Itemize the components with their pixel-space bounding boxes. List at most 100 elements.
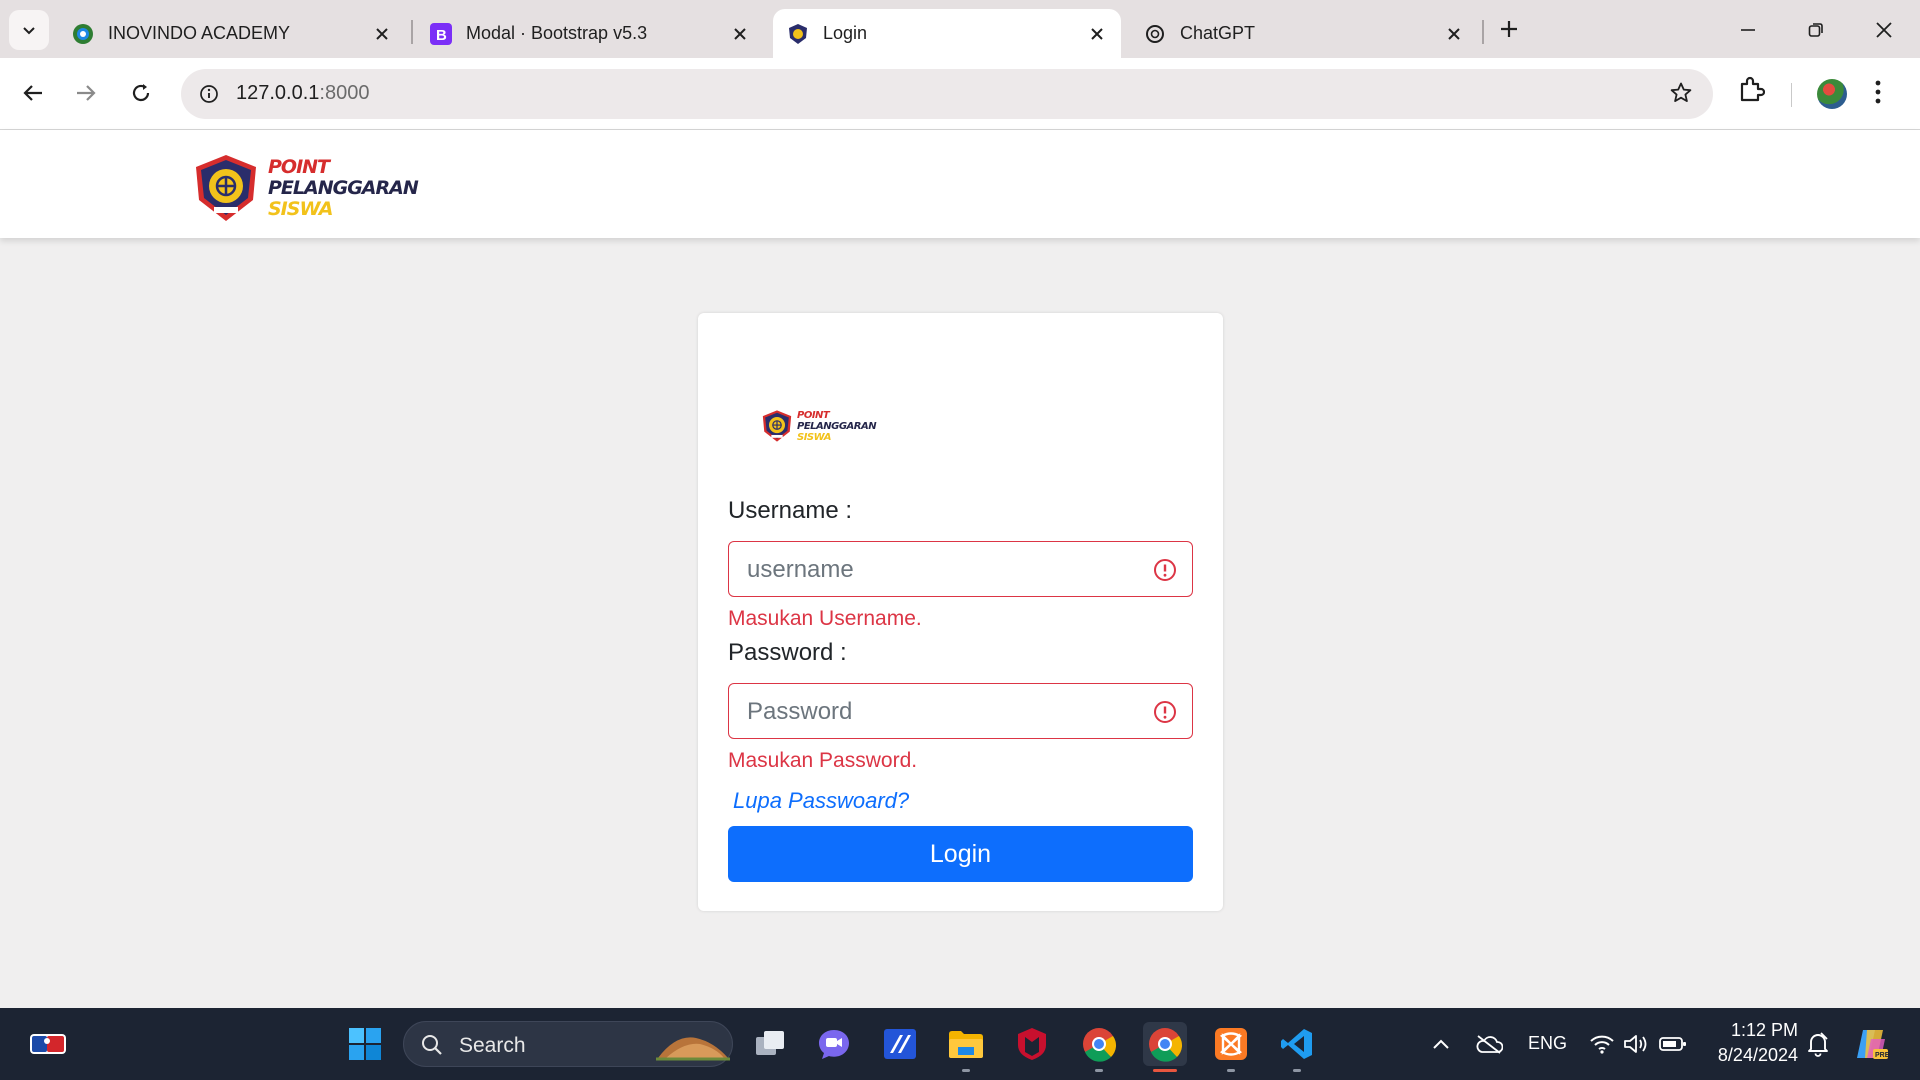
kebab-menu-icon[interactable]	[1874, 78, 1882, 111]
logo-line-siswa: SISWA	[268, 197, 333, 220]
address-bar[interactable]: 127.0.0.1:8000	[181, 69, 1713, 119]
username-placeholder: username	[747, 556, 854, 583]
bookmark-star-icon[interactable]	[1669, 81, 1693, 110]
card-logo: POINT PELANGGARAN SISWA	[760, 409, 877, 443]
plus-icon	[1501, 21, 1517, 37]
teams-chat-icon[interactable]	[812, 1022, 856, 1066]
login-card: POINT PELANGGARAN SISWA Username : usern…	[698, 313, 1223, 911]
error-exclamation-icon	[1154, 559, 1176, 581]
running-indicator	[1095, 1069, 1103, 1072]
minimize-icon	[1741, 29, 1755, 31]
profile-avatar[interactable]	[1817, 79, 1847, 109]
chrome-icon[interactable]	[1077, 1022, 1121, 1072]
extensions-puzzle-icon[interactable]	[1737, 75, 1766, 108]
copilot-icon[interactable]: PRE	[1849, 1022, 1893, 1066]
xampp-icon[interactable]	[1209, 1022, 1253, 1072]
system-clock[interactable]: 1:12 PM 8/24/2024	[1700, 1018, 1798, 1068]
notification-bell-icon[interactable]	[1796, 1022, 1840, 1066]
running-indicator	[1227, 1069, 1235, 1072]
logo-line-point: POINT	[268, 155, 330, 178]
task-view-icon[interactable]	[748, 1022, 792, 1066]
tab-separator	[411, 20, 413, 44]
tab-bootstrap-modal[interactable]: B Modal · Bootstrap v5.3	[416, 9, 764, 58]
toolbar-divider	[1791, 83, 1792, 107]
username-error-message: Masukan Username.	[728, 607, 922, 630]
url-host: 127.0.0.1	[236, 82, 320, 104]
reload-button[interactable]	[121, 73, 161, 113]
svg-text:PRE: PRE	[1875, 1052, 1889, 1059]
tab-title: Login	[823, 23, 868, 43]
card-logo-wordmark: POINT PELANGGARAN SISWA	[797, 409, 877, 443]
search-icon	[422, 1035, 442, 1055]
input-language-indicator[interactable]: ENG	[1528, 1033, 1567, 1054]
site-info-icon[interactable]	[191, 76, 227, 112]
arrow-left-icon	[23, 85, 42, 101]
password-input[interactable]: Password	[728, 683, 1193, 739]
username-input[interactable]: username	[728, 541, 1193, 597]
error-exclamation-icon	[1154, 701, 1176, 723]
inovindo-favicon-icon	[72, 23, 94, 45]
browser-tab-bar: INOVINDO ACADEMY B Modal · Bootstrap v5.…	[0, 0, 1920, 58]
close-icon[interactable]	[368, 20, 396, 48]
close-window-button[interactable]	[1868, 14, 1900, 46]
tab-chatgpt[interactable]: ChatGPT	[1130, 9, 1478, 58]
close-icon	[1876, 22, 1892, 38]
running-indicator	[1293, 1069, 1301, 1072]
logo-line-pelanggaran: PELANGGARAN	[797, 420, 877, 432]
running-indicator	[962, 1069, 970, 1072]
close-icon[interactable]	[726, 20, 754, 48]
mcafee-icon[interactable]	[1010, 1022, 1054, 1066]
app-editor-icon[interactable]	[878, 1022, 922, 1066]
restore-button[interactable]	[1800, 14, 1832, 46]
tab-title: Modal · Bootstrap v5.3	[466, 23, 648, 43]
tab-search-button[interactable]	[9, 10, 49, 50]
logo-wordmark: POINT PELANGGARAN SISWA	[268, 155, 419, 220]
browser-toolbar: 127.0.0.1:8000	[0, 58, 1920, 130]
logo-line-pelanggaran: PELANGGARAN	[268, 176, 419, 199]
tab-title: ChatGPT	[1180, 23, 1256, 43]
mlb-widget-icon[interactable]	[26, 1022, 70, 1066]
chrome-active-window-icon[interactable]	[1143, 1022, 1187, 1072]
username-label: Username :	[728, 497, 853, 524]
file-explorer-icon[interactable]	[944, 1022, 988, 1072]
logo-line-point: POINT	[797, 409, 830, 421]
reload-icon	[132, 84, 150, 102]
restore-icon	[1808, 23, 1823, 37]
bootstrap-favicon-icon: B	[430, 22, 452, 45]
tab-title: INOVINDO ACADEMY	[108, 23, 291, 43]
close-icon[interactable]	[1440, 20, 1468, 48]
forward-button[interactable]	[66, 73, 106, 113]
windows-taskbar: Search ENG 1:12 PM 8/24/2024 PRE	[0, 1008, 1920, 1080]
school-logo-favicon-icon	[787, 23, 809, 45]
tab-separator	[1482, 20, 1484, 44]
logo-line-siswa: SISWA	[797, 431, 832, 443]
vscode-icon[interactable]	[1275, 1022, 1319, 1072]
url-text: 127.0.0.1:8000	[236, 82, 369, 105]
login-button[interactable]: Login	[728, 826, 1193, 882]
new-tab-button[interactable]	[1495, 15, 1523, 43]
openai-favicon-icon	[1144, 23, 1166, 45]
active-window-indicator	[1153, 1069, 1177, 1072]
clock-time: 1:12 PM	[1730, 1020, 1798, 1040]
chevron-down-icon	[23, 27, 35, 35]
taskbar-search-box[interactable]: Search	[403, 1021, 733, 1067]
url-port: :8000	[319, 82, 370, 104]
close-icon[interactable]	[1083, 20, 1111, 48]
site-navbar: POINT PELANGGARAN SISWA	[0, 130, 1920, 238]
svg-text:B: B	[436, 27, 447, 44]
password-error-message: Masukan Password.	[728, 749, 918, 772]
school-emblem-icon	[762, 410, 792, 442]
minimize-button[interactable]	[1732, 14, 1764, 46]
back-button[interactable]	[13, 73, 53, 113]
tab-login[interactable]: Login	[773, 9, 1121, 58]
chevron-up-icon[interactable]	[1419, 1022, 1463, 1066]
onedrive-offline-icon[interactable]	[1467, 1022, 1511, 1066]
password-placeholder: Password	[747, 698, 853, 725]
windows-start-icon[interactable]	[343, 1022, 387, 1066]
site-logo[interactable]: POINT PELANGGARAN SISWA	[190, 152, 419, 224]
battery-icon[interactable]	[1651, 1022, 1695, 1066]
search-label: Search	[459, 1034, 526, 1057]
school-emblem-icon	[196, 155, 256, 221]
forgot-password-link[interactable]: Lupa Passwoard?	[733, 788, 909, 814]
tab-inovindo-academy[interactable]: INOVINDO ACADEMY	[58, 9, 406, 58]
